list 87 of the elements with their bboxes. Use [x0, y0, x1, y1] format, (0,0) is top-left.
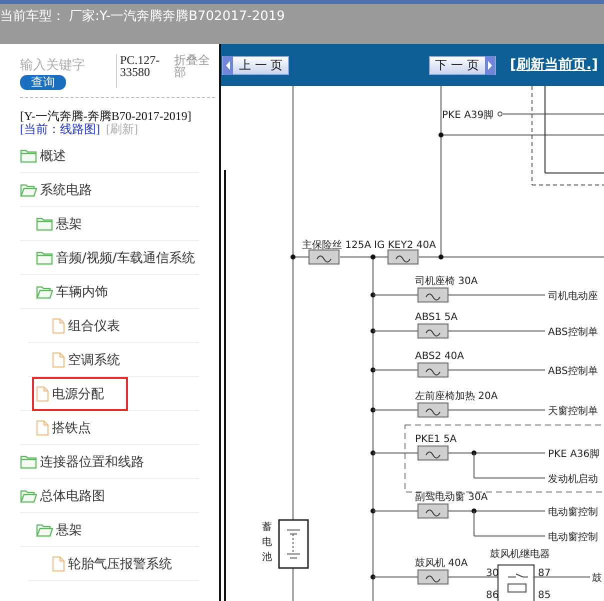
- diagram-label: 鼓风机 40A: [415, 558, 468, 569]
- open-folder-icon: [20, 182, 37, 196]
- diagram-label: 司机座椅 30A: [415, 276, 478, 287]
- tree-item[interactable]: 电源分配: [32, 376, 128, 410]
- fuse-symbol: [388, 250, 418, 264]
- junction-dot: [438, 132, 444, 138]
- folder-icon: [20, 148, 37, 162]
- document-icon: [52, 556, 65, 572]
- document-icon: [52, 318, 65, 334]
- diagram-label: PKE1 5A: [415, 434, 457, 445]
- wire: [534, 576, 590, 578]
- search-button[interactable]: 查询: [20, 75, 66, 90]
- tree-item[interactable]: 空调系统: [52, 350, 120, 368]
- diagram-label: 天窗控制单: [548, 406, 598, 417]
- document-icon: [52, 352, 65, 368]
- diagram-label: IG KEY2 40A: [374, 240, 436, 251]
- diagram-label: PKE A36脚: [548, 449, 600, 460]
- junction-dot: [290, 254, 296, 260]
- code-text: PC.127-33580: [116, 54, 164, 88]
- fuse-symbol: [418, 288, 448, 302]
- tree-item[interactable]: 轮胎气压报警系统: [52, 554, 172, 572]
- current-view-text: [当前：线路图]: [20, 122, 100, 136]
- previous-page-button[interactable]: 上 一 页: [222, 56, 289, 74]
- model-text: [Y-一汽奔腾-奔腾B70-2017-2019]: [20, 110, 192, 123]
- tree-item[interactable]: 车辆内饰: [36, 282, 108, 300]
- document-icon: [36, 420, 49, 436]
- terminal-circle: [498, 112, 502, 116]
- tree-item[interactable]: 悬架: [36, 520, 82, 538]
- fuse-symbol: [308, 250, 340, 264]
- wire: [292, 568, 294, 601]
- junction-dot: [472, 508, 476, 514]
- tree-item[interactable]: 连接器位置和线路: [20, 452, 144, 470]
- diagram-label: 电动窗控制: [548, 507, 598, 518]
- diagram-label: 司机电动座: [548, 291, 598, 302]
- diagram-label: ABS控制单: [548, 327, 598, 338]
- open-folder-icon: [20, 488, 37, 502]
- diagram-label: 电动窗控制: [548, 532, 598, 543]
- junction-dot: [370, 368, 376, 372]
- diagram-label: PKE A39脚: [442, 110, 494, 121]
- tree-item[interactable]: 音频/视频/车载通信系统: [36, 248, 195, 266]
- tree-item[interactable]: 概述: [20, 146, 66, 164]
- open-folder-icon: [36, 522, 53, 536]
- tree-item[interactable]: 系统电路: [20, 180, 92, 198]
- fuse-symbol: [418, 324, 448, 338]
- diagram-label: 副驾电动窗 30A: [415, 492, 488, 503]
- junction-dot: [370, 508, 376, 514]
- junction-dot: [370, 408, 376, 412]
- relay-symbol: [498, 564, 534, 601]
- diagram-label: ABS2 40A: [415, 351, 464, 362]
- page-title: 当前车型： 厂家:Y-一汽奔腾奔腾B702017-2019: [0, 8, 285, 25]
- search-field[interactable]: 输入关键字: [20, 56, 90, 75]
- tree-item[interactable]: 总体电路图: [20, 486, 105, 504]
- diagram-label: 87: [538, 568, 551, 579]
- open-folder-icon: [36, 284, 53, 298]
- diagram-label: 蓄电池: [262, 522, 272, 563]
- diagram-label: ABS1 5A: [415, 312, 458, 323]
- fuse-symbol: [418, 504, 448, 518]
- junction-dot: [370, 574, 376, 580]
- fuse-symbol: [418, 402, 448, 418]
- junction-dot: [370, 450, 376, 456]
- diagram-label: 左前座椅加热 20A: [415, 391, 498, 402]
- junction-dot: [438, 254, 444, 260]
- tree-item[interactable]: 悬架: [36, 214, 82, 232]
- folder-icon: [36, 250, 53, 264]
- diagram-label: ABS控制单: [548, 366, 598, 377]
- fuse-symbol: [418, 446, 448, 460]
- tree-item[interactable]: 搭铁点: [36, 418, 91, 436]
- next-page-button[interactable]: 下 一 页: [428, 56, 496, 74]
- battery-symbol: [278, 519, 309, 569]
- junction-dot: [370, 254, 376, 260]
- diagram-label: 发动机启动: [548, 474, 598, 485]
- folder-icon: [20, 454, 37, 468]
- junction-dot: [370, 328, 376, 334]
- junction-dot: [370, 292, 376, 298]
- diagram-label: 86: [486, 590, 499, 601]
- junction-dot: [472, 450, 476, 456]
- tree-item[interactable]: 组合仪表: [52, 316, 120, 334]
- refresh-page-link[interactable]: [刷新当前页.]: [510, 56, 598, 74]
- fuse-symbol: [418, 570, 448, 584]
- diagram-label: 鼓风机继电器: [490, 549, 550, 560]
- diagram-label: 主保险丝 125A: [302, 240, 372, 251]
- fuse-symbol: [418, 362, 448, 378]
- diagram-label: 鼓: [592, 573, 602, 584]
- diagram-label: 85: [538, 590, 551, 601]
- folder-icon: [36, 216, 53, 230]
- document-icon: [36, 386, 49, 402]
- wire: [448, 576, 498, 578]
